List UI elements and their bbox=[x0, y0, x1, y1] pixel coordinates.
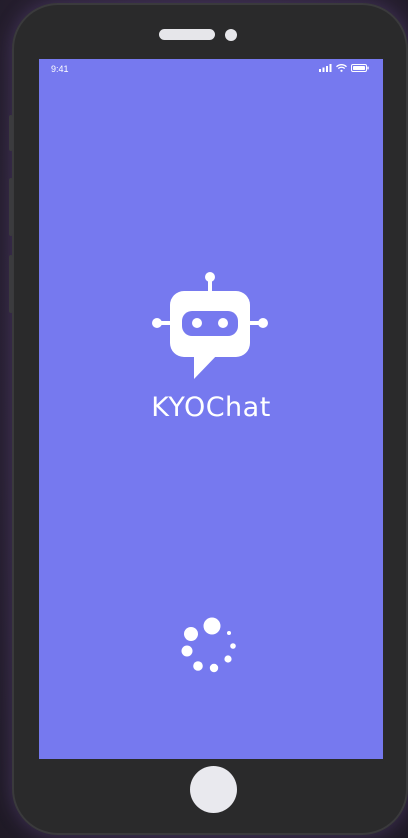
mute-switch bbox=[9, 115, 13, 151]
status-time: 9:41 bbox=[51, 64, 69, 74]
splash-screen: 9:41 KYOChat bbox=[39, 59, 383, 759]
home-button[interactable] bbox=[190, 766, 237, 813]
earpiece-speaker bbox=[159, 29, 215, 40]
robot-chat-icon bbox=[152, 272, 268, 379]
signal-bars-icon bbox=[319, 64, 332, 72]
volume-up-button bbox=[9, 178, 13, 236]
battery-icon bbox=[351, 64, 369, 72]
wifi-icon bbox=[336, 64, 347, 72]
status-icons bbox=[319, 64, 369, 72]
volume-down-button bbox=[9, 255, 13, 313]
front-camera bbox=[225, 29, 237, 41]
loading-spinner-icon bbox=[181, 617, 236, 673]
app-name: KYOChat bbox=[151, 392, 271, 423]
